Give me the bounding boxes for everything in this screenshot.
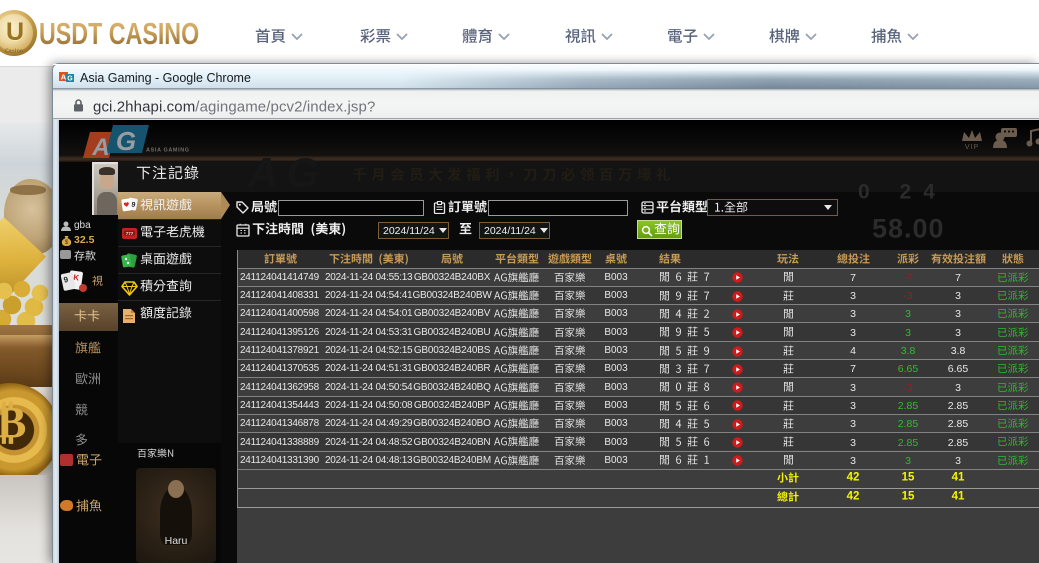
svg-text:A: A [91, 134, 109, 159]
svg-text:G: G [67, 76, 73, 83]
svg-text:$: $ [65, 239, 69, 246]
svg-text:A: A [61, 72, 67, 81]
svg-text:VIP: VIP [965, 144, 979, 150]
svg-text:777: 777 [126, 231, 134, 236]
svg-text:G: G [116, 126, 136, 156]
